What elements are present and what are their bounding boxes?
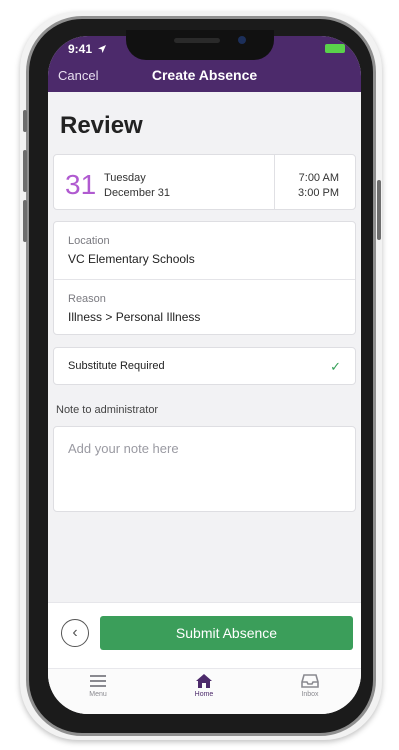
- submit-absence-button[interactable]: Submit Absence: [100, 616, 353, 650]
- details-card: Location VC Elementary Schools Reason Il…: [53, 221, 356, 335]
- substitute-required-row[interactable]: Substitute Required ✓: [53, 347, 356, 385]
- action-bar: ‹ Submit Absence: [48, 602, 361, 669]
- chevron-left-icon: ‹: [72, 624, 78, 641]
- tab-label-inbox: Inbox: [301, 691, 319, 698]
- notch: [126, 30, 274, 60]
- date-time-card[interactable]: 31 Tuesday December 31 7:00 AM 3:00 PM: [53, 154, 356, 210]
- checkmark-icon: ✓: [330, 359, 341, 374]
- reason-label: Reason: [68, 293, 106, 305]
- speaker-grille: [174, 38, 220, 43]
- note-input[interactable]: [53, 426, 356, 512]
- start-time: 7:00 AM: [298, 172, 339, 184]
- power-button: [377, 180, 381, 240]
- camera-icon: [238, 36, 246, 44]
- volume-down-button: [23, 200, 27, 242]
- back-button[interactable]: ‹: [61, 619, 89, 647]
- tab-menu[interactable]: Menu: [58, 673, 138, 698]
- status-time: 9:41: [68, 42, 93, 56]
- tab-inbox[interactable]: Inbox: [270, 673, 350, 698]
- tab-label-menu: Menu: [89, 691, 107, 698]
- reason-value: Illness > Personal Illness: [68, 310, 201, 324]
- date-number: 31: [65, 169, 97, 200]
- tab-label-home: Home: [194, 691, 214, 698]
- note-label: Note to administrator: [56, 404, 159, 416]
- menu-icon: [90, 675, 106, 687]
- location-arrow-icon: [98, 45, 106, 53]
- mute-switch: [23, 110, 27, 132]
- review-heading: Review: [60, 112, 143, 139]
- date-label: December 31: [104, 187, 171, 199]
- location-label: Location: [68, 235, 110, 247]
- weekday-label: Tuesday: [104, 172, 146, 184]
- screen: 9:41 Cancel Create Absence Review 31 Tue…: [48, 36, 361, 714]
- reason-row[interactable]: Reason Illness > Personal Illness: [54, 280, 355, 334]
- tab-home[interactable]: Home: [164, 673, 244, 698]
- location-value: VC Elementary Schools: [68, 252, 195, 266]
- end-time: 3:00 PM: [298, 187, 339, 199]
- inbox-icon: [301, 674, 319, 688]
- substitute-label: Substitute Required: [68, 360, 165, 372]
- volume-up-button: [23, 150, 27, 192]
- tab-bar: Menu Home Inbox: [48, 668, 361, 714]
- card-divider: [274, 155, 275, 209]
- home-icon: [196, 674, 212, 688]
- location-row[interactable]: Location VC Elementary Schools: [54, 222, 355, 279]
- page-title: Create Absence: [151, 67, 258, 83]
- battery-icon: [325, 44, 345, 53]
